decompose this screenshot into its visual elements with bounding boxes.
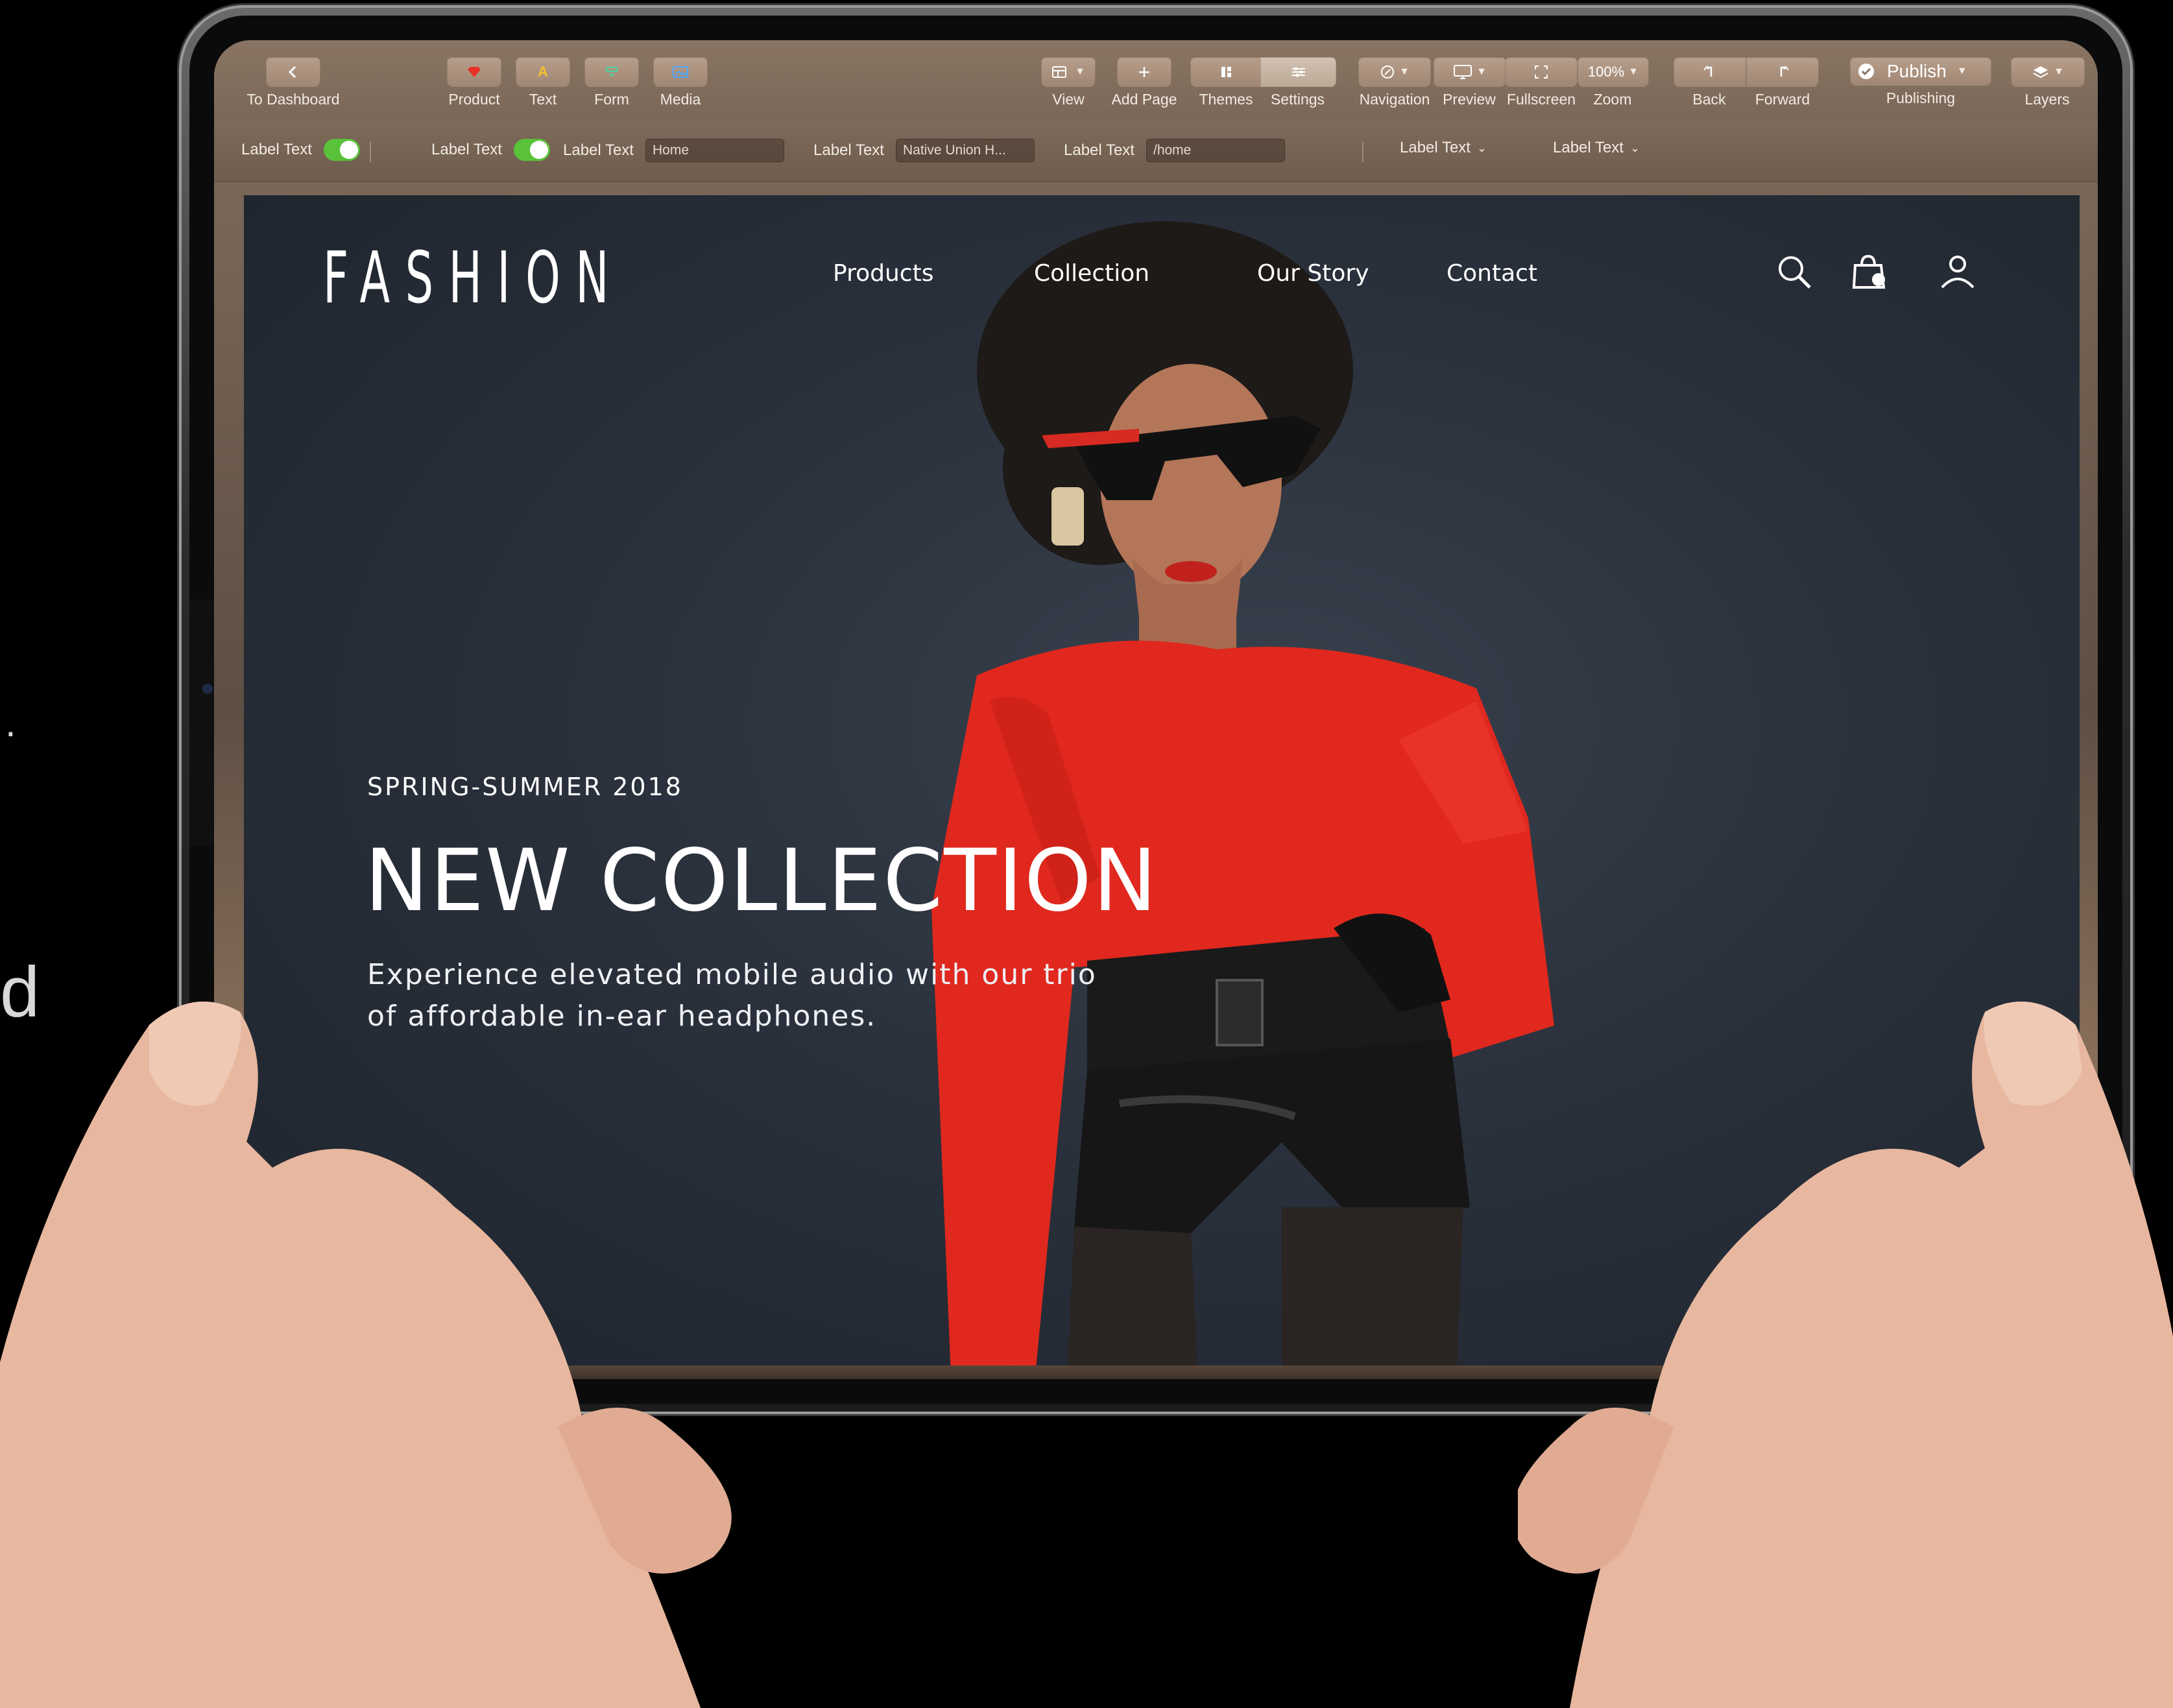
product-name-input[interactable]: Native Union H... (895, 139, 1035, 162)
nav-collection[interactable]: Collection (1034, 260, 1149, 287)
fullscreen-label: Fullscreen (1506, 91, 1576, 108)
model-photo (931, 221, 1554, 1365)
shopping-bag-icon[interactable] (1850, 252, 1889, 295)
form-label: Form (594, 91, 629, 108)
path-input[interactable]: /home (1146, 139, 1285, 162)
back-label: Back (1692, 91, 1726, 108)
to-dashboard-label: To Dashboard (246, 91, 340, 108)
site-logo[interactable]: FASHION (323, 235, 624, 320)
navigation-button[interactable]: ▼ Navigation (1356, 57, 1434, 108)
toggle-switch[interactable] (323, 139, 360, 161)
layers-icon: ▼ (2011, 57, 2085, 87)
redo-icon (1746, 57, 1819, 87)
prop-group-1: Label Text (241, 139, 360, 161)
prop-label: Label Text (813, 141, 884, 159)
nav-our-story[interactable]: Our Story (1257, 260, 1369, 287)
plus-icon: + (1117, 57, 1171, 87)
navigation-label: Navigation (1359, 91, 1430, 108)
prop-group-2: Label Text (431, 139, 550, 161)
settings-label: Settings (1270, 91, 1325, 108)
home-input[interactable]: Home (645, 139, 784, 162)
prop-group-3: Label Text Home (563, 139, 784, 162)
media-button[interactable]: Media (648, 57, 713, 108)
monitor-icon: ▼ (1434, 57, 1506, 87)
media-label: Media (660, 91, 701, 108)
layers-button[interactable]: ▼ Layers (2011, 57, 2085, 108)
preview-button[interactable]: ▼ Preview (1434, 57, 1506, 108)
toggle-switch[interactable] (513, 139, 550, 161)
prop-label: Label Text (241, 141, 312, 158)
compass-icon: ▼ (1358, 57, 1431, 87)
prop-label: Label Text (1400, 139, 1471, 156)
add-page-button[interactable]: + Add Page (1105, 57, 1183, 108)
check-circle-icon (1858, 64, 1874, 79)
publishing-label: Publishing (1886, 90, 1956, 106)
chevron-down-icon: ⌄ (1629, 141, 1640, 154)
chevron-left-icon (266, 57, 320, 87)
fullscreen-icon (1505, 57, 1578, 87)
sliders-icon (1260, 57, 1336, 87)
settings-button[interactable]: Settings (1260, 57, 1336, 108)
text-icon: A (516, 57, 570, 87)
product-icon (447, 57, 501, 87)
divider (370, 141, 371, 162)
prop-label: Label Text (563, 141, 634, 159)
to-dashboard-button[interactable]: To Dashboard (241, 57, 345, 108)
prop-dropdown-2[interactable]: Label Text ⌄ (1553, 139, 1640, 157)
nav-products[interactable]: Products (833, 260, 933, 287)
undo-icon (1674, 57, 1746, 87)
themes-button[interactable]: Themes (1190, 57, 1263, 108)
prop-group-5: Label Text /home (1064, 139, 1285, 162)
left-hand (0, 1002, 732, 1708)
fullscreen-button[interactable]: Fullscreen (1505, 57, 1578, 108)
property-bar: Label Text Label Text Label Text Home La… (214, 121, 2098, 182)
user-icon[interactable] (1938, 252, 1977, 295)
themes-icon (1190, 57, 1263, 87)
zoom-label: Zoom (1593, 91, 1632, 108)
layout-icon: ▼ (1041, 57, 1096, 87)
prop-label: Label Text (1553, 139, 1624, 156)
view-button[interactable]: ▼ View (1039, 57, 1098, 108)
publish-button[interactable]: Publish ▼ Publishing (1850, 57, 1991, 107)
chevron-down-icon: ⌄ (1476, 141, 1487, 154)
forward-label: Forward (1755, 91, 1810, 108)
hero-headline: NEW COLLECTION (365, 831, 1159, 931)
layers-label: Layers (2024, 91, 2070, 108)
prop-dropdown-1[interactable]: Label Text ⌄ (1400, 139, 1487, 157)
editor-toolbar: To Dashboard Product A Text Form Media ▼… (214, 40, 2098, 121)
nav-contact[interactable]: Contact (1447, 260, 1537, 287)
back-button[interactable]: Back (1674, 57, 1746, 108)
divider (1362, 141, 1363, 162)
product-button[interactable]: Product (442, 57, 507, 108)
search-icon[interactable] (1775, 252, 1814, 295)
edge-dot: . (5, 701, 16, 745)
publish-control: Publish ▼ (1850, 57, 1991, 86)
view-label: View (1052, 91, 1085, 108)
media-icon (653, 57, 708, 87)
zoom-select[interactable]: 100% ▼ Zoom (1578, 57, 1649, 108)
right-hand (1518, 1002, 2173, 1708)
forward-button[interactable]: Forward (1746, 57, 1819, 108)
hero-eyebrow: SPRING-SUMMER 2018 (367, 773, 683, 801)
prop-label: Label Text (1064, 141, 1135, 159)
product-label: Product (448, 91, 500, 108)
zoom-value: 100% ▼ (1578, 57, 1649, 87)
text-label: Text (529, 91, 557, 108)
prop-label: Label Text (431, 141, 502, 158)
add-page-label: Add Page (1111, 91, 1177, 108)
preview-label: Preview (1443, 91, 1496, 108)
prop-group-4: Label Text Native Union H... (813, 139, 1035, 162)
text-button[interactable]: A Text (510, 57, 575, 108)
form-icon (584, 57, 639, 87)
themes-label: Themes (1199, 91, 1253, 108)
form-button[interactable]: Form (579, 57, 644, 108)
